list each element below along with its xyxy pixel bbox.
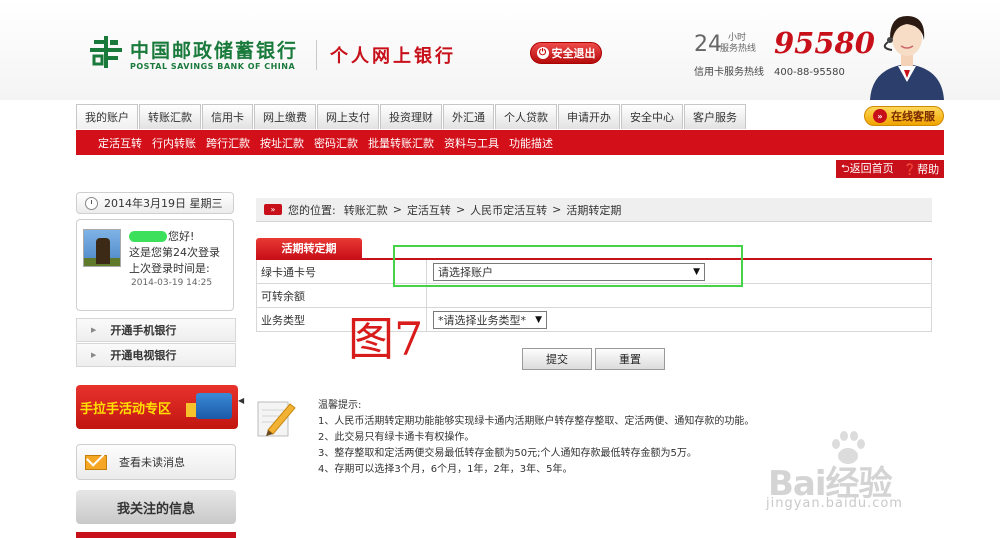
chevron-down-icon: ▼ [535,314,542,325]
business-type-value: *请选择业务类型* [438,313,526,327]
promo-banner[interactable]: 手拉手活动专区 [76,385,238,429]
subnav-batch-transfer[interactable]: 批量转账汇款 [368,135,434,151]
triangle-right-icon: ▶ [91,326,97,334]
hotline-caption: 小时 服务热线 [720,33,756,55]
nav-my-account[interactable]: 我的账户 [76,104,138,129]
promo-label: 手拉手活动专区 [80,401,172,417]
psbc-logo-icon [90,36,122,68]
breadcrumb-item[interactable]: 定活互转 [407,202,451,218]
last-login-time: 2014-03-19 14:25 [131,278,213,288]
unread-messages-button[interactable]: 查看未读消息 [76,444,236,480]
bank-name-cn: 中国邮政储蓄银行 [130,40,299,62]
power-icon: ⏻ [536,47,549,59]
hotline-hours: 小时 [728,33,747,43]
nav-customer-service[interactable]: 客户服务 [684,104,746,129]
breadcrumb-separator: > [392,203,402,216]
service-agent-image [870,16,944,100]
nav-online-pay[interactable]: 网上支付 [317,104,379,129]
nav-transfer[interactable]: 转账汇款 [139,104,201,129]
main-nav: 我的账户 转账汇款 信用卡 网上缴费 网上支付 投资理财 外汇通 个人贷款 申请… [76,104,944,129]
followed-info-button[interactable]: 我关注的信息 [76,490,236,524]
tip-item: 2、此交易只有绿卡通卡有权操作。 [318,432,475,443]
notepad-pencil-icon [257,401,296,437]
breadcrumb-item[interactable]: 人民币定活互转 [470,202,547,218]
breadcrumb-label: 您的位置: [288,203,336,217]
subnav-address-remit[interactable]: 按址汇款 [260,135,304,151]
product-name: 个人网上银行 [330,46,456,67]
form-label: 可转余额 [257,284,427,307]
sidebar-link-tv-banking[interactable]: ▶ 开通电视银行 [76,343,236,367]
breadcrumb-separator: > [455,203,466,216]
tip-item: 4、存期可以选择3个月，6个月，1年，2年，3年、5年。 [318,464,573,475]
hotline-service: 服务热线 [720,44,757,54]
double-chevron-icon: » [873,109,887,123]
sidebar-bottom-bar [76,532,236,538]
watermark-url: jingyan.baidu.com [766,496,903,511]
triangle-right-icon: ▶ [91,351,97,359]
breadcrumb-current: 活期转定期 [566,203,622,217]
gift-icon [186,393,232,419]
last-login-label: 上次登录时间是: [129,262,210,275]
mail-icon [85,454,107,470]
breadcrumb-separator: > [552,203,562,216]
home-link[interactable]: ⮌返回首页 [841,160,894,179]
subnav-intrabank-transfer[interactable]: 行内转账 [152,135,196,151]
triangle-left-icon[interactable]: ◀ [238,396,244,405]
form-tab: 活期转定期 [256,238,362,258]
header: 中国邮政储蓄银行 POSTAL SAVINGS BANK OF CHINA 个人… [0,0,1000,100]
sub-nav: 定活互转 行内转账 跨行汇款 按址汇款 密码汇款 批量转账汇款 资料与工具 功能… [76,130,944,155]
subnav-fixed-demand-transfer[interactable]: 定活互转 [98,135,142,151]
tip-item: 3、整存整取和定活两便交易最低转存金额为50元;个人通知存款最低转存金额为5万。 [318,448,697,459]
baidu-watermark: Bai经验 jingyan.baidu.com [762,431,962,520]
figure-label: 图7 [348,312,424,366]
sidebar-link-mobile-banking[interactable]: ▶ 开通手机银行 [76,318,236,342]
help-icon: ❓ [903,163,918,176]
form-row-balance: 可转余额 [256,284,932,308]
help-link[interactable]: ❓帮助 [903,161,939,177]
subnav-password-remit[interactable]: 密码汇款 [314,135,358,151]
reset-button[interactable]: 重置 [595,348,665,370]
business-type-select[interactable]: *请选择业务类型* ▼ [433,310,547,329]
top-links: ⮌返回首页 ❓帮助 [836,160,944,178]
double-chevron-icon: » [264,204,282,215]
masked-user-name [129,230,167,242]
nav-investment[interactable]: 投资理财 [380,104,442,129]
nav-online-payment-bills[interactable]: 网上缴费 [254,104,316,129]
annotation-highlight-box [393,245,743,287]
nav-forex[interactable]: 外汇通 [443,104,494,129]
logout-label: 安全退出 [551,47,596,60]
user-greeting: 您好! [129,228,194,244]
bank-name-en: POSTAL SAVINGS BANK OF CHINA [130,62,296,71]
back-arrow-icon: ⮌ [840,161,850,175]
subnav-function-desc[interactable]: 功能描述 [509,135,553,151]
login-count: 这是您第24次登录 [129,246,220,259]
subnav-interbank-remit[interactable]: 跨行汇款 [206,135,250,151]
clock-icon [85,196,98,210]
unread-label: 查看未读消息 [119,456,185,469]
current-date: 2014年3月19日 星期三 [104,197,223,210]
online-service-label: 在线客服 [891,110,935,123]
breadcrumb-item[interactable]: 转账汇款 [344,202,388,218]
logo-divider [316,40,317,70]
date-box: 2014年3月19日 星期三 [76,192,234,214]
nav-personal-loan[interactable]: 个人贷款 [495,104,557,129]
user-info-box: 您好! 这是您第24次登录 上次登录时间是: 2014-03-19 14:25 [76,219,234,311]
avatar [83,229,121,267]
submit-button[interactable]: 提交 [522,348,592,370]
tips-section: 温馨提示: 1、人民币活期转定期功能能够实现绿卡通内活期账户转存整存整取、定活两… [318,398,754,478]
online-service-button[interactable]: » 在线客服 [864,106,944,126]
nav-security-center[interactable]: 安全中心 [621,104,683,129]
nav-credit-card[interactable]: 信用卡 [202,104,253,129]
breadcrumb: » 您的位置: 转账汇款 > 定活互转 > 人民币定活互转 > 活期转定期 [256,198,932,222]
tip-item: 1、人民币活期转定期功能能够实现绿卡通内活期账户转存整存整取、定活两便、通知存款… [318,416,755,427]
nav-apply[interactable]: 申请开办 [558,104,620,129]
credit-card-hotline: 信用卡服务热线 400-88-95580 [694,67,845,78]
logout-button[interactable]: ⏻ 安全退出 [530,42,602,64]
hotline-24: 24 [694,32,722,57]
tips-title: 温馨提示: [318,400,362,411]
available-balance [427,284,931,307]
subnav-tools[interactable]: 资料与工具 [444,135,499,151]
hotline-number: 95580 [774,26,875,60]
